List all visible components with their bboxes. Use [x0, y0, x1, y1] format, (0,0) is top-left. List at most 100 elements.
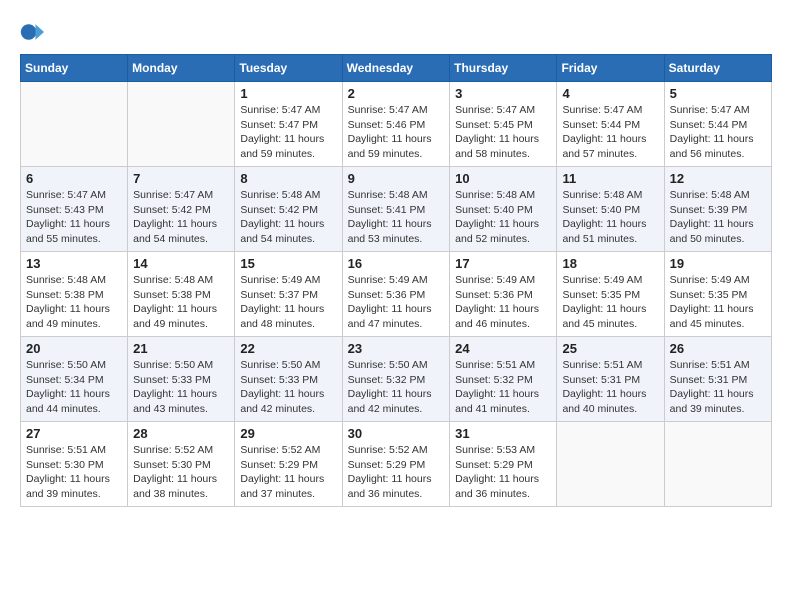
- day-number: 24: [455, 341, 551, 356]
- day-detail: Sunrise: 5:47 AMSunset: 5:47 PMDaylight:…: [240, 103, 336, 162]
- day-detail: Sunrise: 5:47 AMSunset: 5:44 PMDaylight:…: [562, 103, 658, 162]
- day-detail: Sunrise: 5:50 AMSunset: 5:34 PMDaylight:…: [26, 358, 122, 417]
- calendar-cell: 27 Sunrise: 5:51 AMSunset: 5:30 PMDayligh…: [21, 422, 128, 507]
- calendar-cell: 6 Sunrise: 5:47 AMSunset: 5:43 PMDaylight…: [21, 167, 128, 252]
- calendar-cell: 28 Sunrise: 5:52 AMSunset: 5:30 PMDayligh…: [128, 422, 235, 507]
- day-detail: Sunrise: 5:48 AMSunset: 5:40 PMDaylight:…: [455, 188, 551, 247]
- calendar-cell: 1Sunrise: 5:47 AMSunset: 5:47 PMDaylight…: [235, 82, 342, 167]
- calendar-cell: 24Sunrise: 5:51 AMSunset: 5:32 PMDayligh…: [450, 337, 557, 422]
- calendar-header-row: SundayMondayTuesdayWednesdayThursdayFrid…: [21, 55, 772, 82]
- page-header: [20, 20, 772, 44]
- calendar-cell: 23Sunrise: 5:50 AMSunset: 5:32 PMDayligh…: [342, 337, 450, 422]
- day-number: 10: [455, 171, 551, 186]
- day-number: 31: [455, 426, 551, 441]
- calendar-week-row: 20 Sunrise: 5:50 AMSunset: 5:34 PMDayligh…: [21, 337, 772, 422]
- day-number: 21: [133, 341, 229, 356]
- day-number: 23: [348, 341, 445, 356]
- calendar-cell: 19 Sunrise: 5:49 AMSunset: 5:35 PMDayligh…: [664, 252, 771, 337]
- day-number: 2: [348, 86, 445, 101]
- calendar-cell: 18 Sunrise: 5:49 AMSunset: 5:35 PMDayligh…: [557, 252, 664, 337]
- calendar-cell: 29 Sunrise: 5:52 AMSunset: 5:29 PMDayligh…: [235, 422, 342, 507]
- day-number: 18: [562, 256, 658, 271]
- day-detail: Sunrise: 5:48 AMSunset: 5:40 PMDaylight:…: [562, 188, 658, 247]
- day-number: 20: [26, 341, 122, 356]
- day-number: 29: [240, 426, 336, 441]
- calendar-cell: 12 Sunrise: 5:48 AMSunset: 5:39 PMDayligh…: [664, 167, 771, 252]
- calendar-cell: 17 Sunrise: 5:49 AMSunset: 5:36 PMDayligh…: [450, 252, 557, 337]
- calendar-cell: [664, 422, 771, 507]
- day-number: 11: [562, 171, 658, 186]
- calendar-cell: 31 Sunrise: 5:53 AMSunset: 5:29 PMDayligh…: [450, 422, 557, 507]
- calendar-cell: [21, 82, 128, 167]
- calendar-cell: 9 Sunrise: 5:48 AMSunset: 5:41 PMDaylight…: [342, 167, 450, 252]
- day-detail: Sunrise: 5:47 AMSunset: 5:43 PMDaylight:…: [26, 188, 122, 247]
- calendar-week-row: 1Sunrise: 5:47 AMSunset: 5:47 PMDaylight…: [21, 82, 772, 167]
- day-detail: Sunrise: 5:51 AMSunset: 5:30 PMDaylight:…: [26, 443, 122, 502]
- calendar-cell: 14 Sunrise: 5:48 AMSunset: 5:38 PMDayligh…: [128, 252, 235, 337]
- day-detail: Sunrise: 5:50 AMSunset: 5:33 PMDaylight:…: [240, 358, 336, 417]
- calendar-cell: 13 Sunrise: 5:48 AMSunset: 5:38 PMDayligh…: [21, 252, 128, 337]
- day-detail: Sunrise: 5:52 AMSunset: 5:29 PMDaylight:…: [240, 443, 336, 502]
- day-detail: Sunrise: 5:49 AMSunset: 5:37 PMDaylight:…: [240, 273, 336, 332]
- day-detail: Sunrise: 5:52 AMSunset: 5:30 PMDaylight:…: [133, 443, 229, 502]
- day-detail: Sunrise: 5:49 AMSunset: 5:35 PMDaylight:…: [670, 273, 766, 332]
- day-detail: Sunrise: 5:47 AMSunset: 5:42 PMDaylight:…: [133, 188, 229, 247]
- day-number: 13: [26, 256, 122, 271]
- day-detail: Sunrise: 5:53 AMSunset: 5:29 PMDaylight:…: [455, 443, 551, 502]
- weekday-header: Sunday: [21, 55, 128, 82]
- day-detail: Sunrise: 5:48 AMSunset: 5:38 PMDaylight:…: [133, 273, 229, 332]
- calendar-cell: 15 Sunrise: 5:49 AMSunset: 5:37 PMDayligh…: [235, 252, 342, 337]
- day-number: 25: [562, 341, 658, 356]
- day-number: 7: [133, 171, 229, 186]
- calendar-cell: 7 Sunrise: 5:47 AMSunset: 5:42 PMDaylight…: [128, 167, 235, 252]
- calendar-cell: 4Sunrise: 5:47 AMSunset: 5:44 PMDaylight…: [557, 82, 664, 167]
- day-detail: Sunrise: 5:49 AMSunset: 5:36 PMDaylight:…: [455, 273, 551, 332]
- calendar-cell: 25 Sunrise: 5:51 AMSunset: 5:31 PMDayligh…: [557, 337, 664, 422]
- day-detail: Sunrise: 5:49 AMSunset: 5:35 PMDaylight:…: [562, 273, 658, 332]
- day-number: 22: [240, 341, 336, 356]
- weekday-header: Thursday: [450, 55, 557, 82]
- day-number: 8: [240, 171, 336, 186]
- calendar-cell: 3Sunrise: 5:47 AMSunset: 5:45 PMDaylight…: [450, 82, 557, 167]
- day-number: 27: [26, 426, 122, 441]
- calendar-cell: 26 Sunrise: 5:51 AMSunset: 5:31 PMDayligh…: [664, 337, 771, 422]
- day-detail: Sunrise: 5:47 AMSunset: 5:44 PMDaylight:…: [670, 103, 766, 162]
- logo: [20, 20, 48, 44]
- day-number: 15: [240, 256, 336, 271]
- calendar-cell: 11 Sunrise: 5:48 AMSunset: 5:40 PMDayligh…: [557, 167, 664, 252]
- weekday-header: Friday: [557, 55, 664, 82]
- calendar-cell: [557, 422, 664, 507]
- day-number: 17: [455, 256, 551, 271]
- calendar-cell: 2 Sunrise: 5:47 AMSunset: 5:46 PMDaylight…: [342, 82, 450, 167]
- calendar-cell: 22 Sunrise: 5:50 AMSunset: 5:33 PMDayligh…: [235, 337, 342, 422]
- day-number: 6: [26, 171, 122, 186]
- day-detail: Sunrise: 5:48 AMSunset: 5:42 PMDaylight:…: [240, 188, 336, 247]
- day-detail: Sunrise: 5:48 AMSunset: 5:38 PMDaylight:…: [26, 273, 122, 332]
- day-detail: Sunrise: 5:48 AMSunset: 5:39 PMDaylight:…: [670, 188, 766, 247]
- day-number: 26: [670, 341, 766, 356]
- day-detail: Sunrise: 5:49 AMSunset: 5:36 PMDaylight:…: [348, 273, 445, 332]
- day-number: 14: [133, 256, 229, 271]
- day-number: 12: [670, 171, 766, 186]
- day-detail: Sunrise: 5:51 AMSunset: 5:31 PMDaylight:…: [562, 358, 658, 417]
- weekday-header: Wednesday: [342, 55, 450, 82]
- calendar-cell: 30Sunrise: 5:52 AMSunset: 5:29 PMDayligh…: [342, 422, 450, 507]
- weekday-header: Tuesday: [235, 55, 342, 82]
- day-detail: Sunrise: 5:48 AMSunset: 5:41 PMDaylight:…: [348, 188, 445, 247]
- weekday-header: Saturday: [664, 55, 771, 82]
- day-detail: Sunrise: 5:47 AMSunset: 5:46 PMDaylight:…: [348, 103, 445, 162]
- day-number: 19: [670, 256, 766, 271]
- calendar-cell: 10 Sunrise: 5:48 AMSunset: 5:40 PMDayligh…: [450, 167, 557, 252]
- day-detail: Sunrise: 5:50 AMSunset: 5:33 PMDaylight:…: [133, 358, 229, 417]
- day-number: 9: [348, 171, 445, 186]
- day-detail: Sunrise: 5:51 AMSunset: 5:31 PMDaylight:…: [670, 358, 766, 417]
- day-number: 16: [348, 256, 445, 271]
- calendar-cell: 16 Sunrise: 5:49 AMSunset: 5:36 PMDayligh…: [342, 252, 450, 337]
- day-number: 5: [670, 86, 766, 101]
- day-detail: Sunrise: 5:47 AMSunset: 5:45 PMDaylight:…: [455, 103, 551, 162]
- calendar-week-row: 27 Sunrise: 5:51 AMSunset: 5:30 PMDayligh…: [21, 422, 772, 507]
- calendar-cell: [128, 82, 235, 167]
- calendar-cell: 8 Sunrise: 5:48 AMSunset: 5:42 PMDaylight…: [235, 167, 342, 252]
- calendar-week-row: 13 Sunrise: 5:48 AMSunset: 5:38 PMDayligh…: [21, 252, 772, 337]
- day-number: 28: [133, 426, 229, 441]
